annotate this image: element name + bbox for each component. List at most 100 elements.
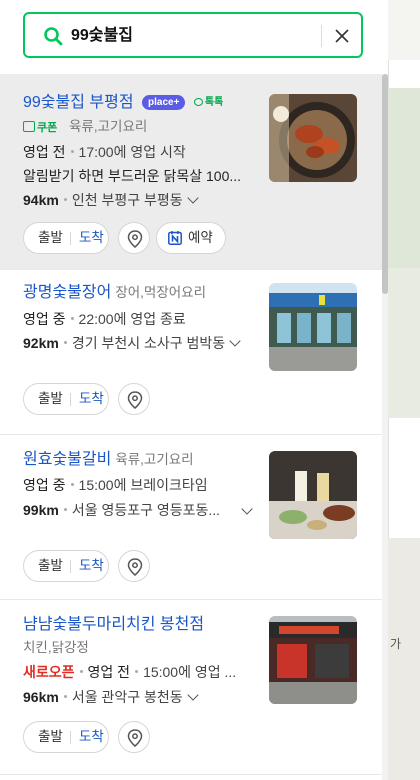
distance-address[interactable]: 99km 서울 영등포구 영등포동... [23, 500, 220, 520]
reserve-button[interactable]: 예약 [156, 222, 226, 254]
separator-dot [70, 483, 74, 486]
place-title: 냠냠숯불두마리치킨 봉천점 [23, 614, 204, 636]
depart-button[interactable]: 출발 [38, 223, 63, 253]
place-plus-badge: place+ [142, 95, 186, 110]
chat-bubble-icon [193, 98, 203, 106]
chevron-down-icon[interactable] [186, 192, 199, 204]
route-button: 출발 도착 [23, 383, 109, 415]
map-place-label: 가 [390, 637, 402, 651]
status-text: 영업 전 [23, 144, 66, 160]
search-icon [44, 27, 63, 46]
status-text: 영업 전 [87, 664, 131, 680]
place-category: 치킨,닭강정 [23, 640, 89, 655]
separator-dot [70, 150, 74, 153]
list-item[interactable]: 광명숯불장어 장어,먹장어요리 영업 중 22:00에 영업 종료 92km 경기 부… [0, 270, 382, 435]
business-hours: 영업 전 17:00에 영업 시작 [23, 142, 186, 162]
distance-address[interactable]: 96km 서울 관악구 봉천동 [23, 687, 199, 707]
list-item[interactable]: 99숯불집 부평점 place+ 톡톡 쿠폰 육류,고기요리 영업 전 17:00… [0, 74, 382, 270]
separator-dot [63, 198, 67, 201]
route-button: 출발 도착 [23, 222, 109, 254]
distance-text: 92km [23, 335, 59, 351]
separator-dot [135, 670, 139, 673]
place-title: 광명숯불장어 장어,먹장어요리 [23, 282, 206, 304]
chevron-down-icon[interactable] [229, 335, 241, 347]
map-pin-icon [127, 230, 143, 248]
search-divider [321, 25, 322, 47]
place-name-link[interactable]: 99숯불집 부평점 [23, 94, 134, 111]
search-input[interactable]: 99숯불집 [23, 12, 363, 58]
map-view[interactable]: 가 [388, 0, 420, 780]
place-category: 육류,고기요리 [115, 452, 194, 467]
place-category: 장어,먹장어요리 [115, 285, 207, 300]
coupon-category-line: 쿠폰 육류,고기요리 [23, 118, 147, 137]
depart-button[interactable]: 출발 [38, 551, 63, 581]
distance-address[interactable]: 92km 경기 부천시 소사구 범박동 [23, 333, 241, 353]
place-thumbnail[interactable] [269, 94, 357, 182]
map-pin-button[interactable] [118, 721, 150, 753]
search-header: 99숯불집 [0, 0, 388, 74]
arrive-button[interactable]: 도착 [79, 551, 104, 581]
distance-address[interactable]: 94km 인천 부평구 부평동 [23, 190, 199, 210]
map-pin-button[interactable] [118, 222, 150, 254]
separator-dot [79, 670, 83, 673]
place-name-link[interactable]: 원효숯불갈비 [23, 451, 111, 468]
distance-text: 94km [23, 192, 59, 208]
talktalk-label: 톡톡 [204, 97, 224, 108]
map-pin-button[interactable] [118, 383, 150, 415]
button-divider [70, 731, 71, 744]
address-text: 인천 부평구 부평동 [71, 192, 183, 208]
list-item[interactable]: 냠냠숯불두마리치킨 봉천점 치킨,닭강정 새로오픈 영업 전 15:00에 영업 .… [0, 600, 382, 775]
separator-dot [63, 508, 67, 511]
place-thumbnail[interactable] [269, 283, 357, 371]
business-hours: 새로오픈 영업 전 15:00에 영업 ... [23, 662, 236, 682]
new-open-badge: 새로오픈 [23, 664, 75, 680]
map-pin-icon [127, 391, 143, 409]
place-name-link[interactable]: 광명숯불장어 [23, 284, 111, 301]
business-hours: 영업 중 15:00에 브레이크타임 [23, 475, 208, 495]
arrive-button[interactable]: 도착 [79, 223, 104, 253]
arrive-button[interactable]: 도착 [79, 384, 104, 414]
status-text: 영업 중 [23, 477, 66, 493]
button-divider [70, 560, 71, 573]
separator-dot [70, 317, 74, 320]
map-control-panel [388, 60, 420, 88]
separator-dot [63, 695, 67, 698]
chevron-down-icon[interactable] [241, 503, 253, 515]
place-title: 원효숯불갈비 육류,고기요리 [23, 449, 194, 471]
place-title: 99숯불집 부평점 place+ 톡톡 [23, 92, 223, 114]
reserve-label: 예약 [188, 230, 213, 245]
talktalk-badge[interactable]: 톡톡 [193, 96, 224, 109]
depart-button[interactable]: 출발 [38, 384, 63, 414]
route-button: 출발 도착 [23, 721, 109, 753]
coupon-icon [23, 121, 35, 132]
naver-booking-icon [168, 231, 182, 245]
coupon-label: 쿠폰 [37, 122, 58, 134]
arrive-button[interactable]: 도착 [79, 722, 104, 752]
depart-button[interactable]: 출발 [38, 722, 63, 752]
status-text: 영업 중 [23, 311, 66, 327]
address-text: 서울 관악구 봉천동 [71, 689, 183, 705]
map-pin-button[interactable] [118, 550, 150, 582]
map-pin-icon [127, 729, 143, 747]
hours-text: 17:00에 영업 시작 [78, 144, 186, 160]
button-divider [70, 232, 71, 245]
chevron-down-icon[interactable] [186, 689, 199, 701]
button-divider [70, 393, 71, 406]
place-thumbnail[interactable] [269, 451, 357, 539]
map-green-area [388, 88, 420, 268]
list-item[interactable]: 원효숯불갈비 육류,고기요리 영업 중 15:00에 브레이크타임 99km 서울 영… [0, 435, 382, 600]
address-text: 서울 영등포구 영등포동... [71, 502, 221, 518]
distance-text: 99km [23, 502, 59, 518]
search-query-text[interactable]: 99숯불집 [71, 25, 133, 47]
result-list: 99숯불집 부평점 place+ 톡톡 쿠폰 육류,고기요리 영업 전 17:00… [0, 74, 382, 775]
map-pin-icon [127, 558, 143, 576]
hours-text: 15:00에 영업 ... [143, 664, 237, 680]
place-name-link[interactable]: 냠냠숯불두마리치킨 봉천점 [23, 616, 204, 633]
separator-dot [63, 341, 67, 344]
hours-text: 22:00에 영업 종료 [78, 311, 186, 327]
place-category: 육류,고기요리 [69, 119, 148, 134]
map-lower-area [388, 538, 420, 780]
place-thumbnail[interactable] [269, 616, 357, 704]
distance-text: 96km [23, 689, 59, 705]
close-icon[interactable] [331, 25, 353, 47]
